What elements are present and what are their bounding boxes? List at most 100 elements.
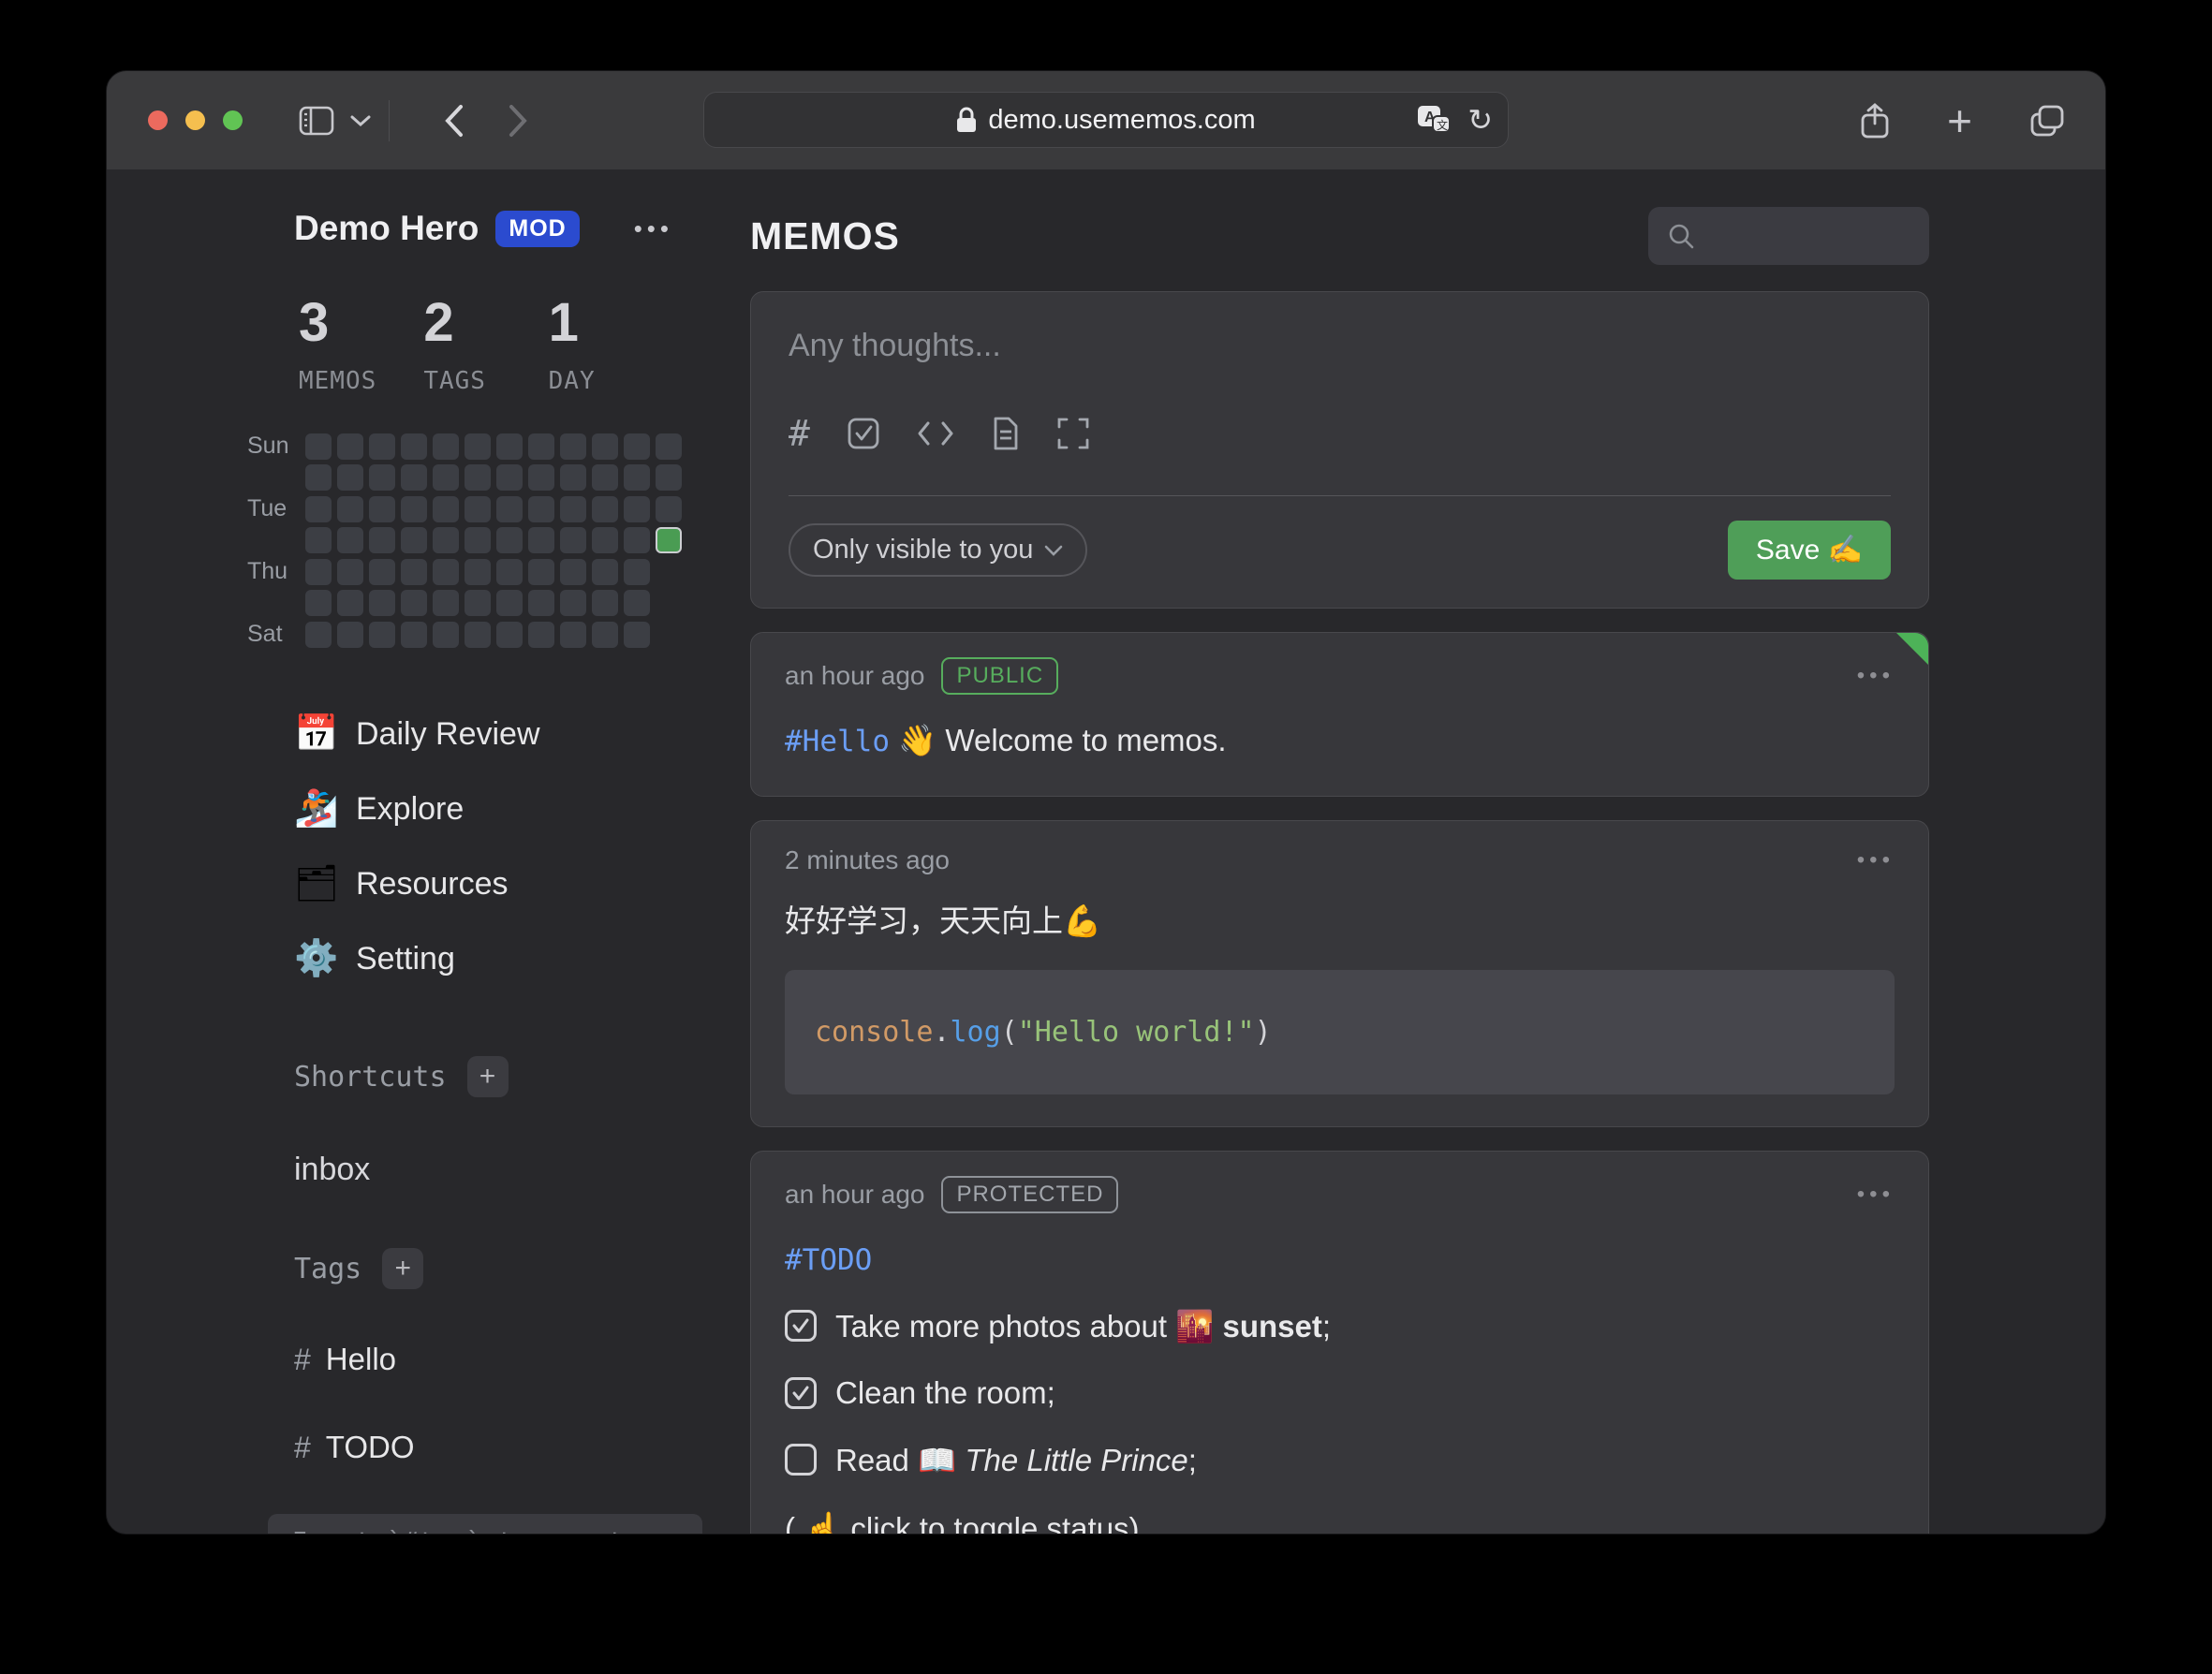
minimize-window-button[interactable] <box>185 110 205 130</box>
heatmap-cell[interactable] <box>433 622 459 648</box>
heatmap-cell[interactable] <box>560 527 586 553</box>
heatmap-cell[interactable] <box>560 559 586 585</box>
heatmap-cell[interactable] <box>624 527 650 553</box>
heatmap-cell[interactable] <box>369 464 395 491</box>
heatmap-cell[interactable] <box>528 527 554 553</box>
heatmap-cell[interactable] <box>401 559 427 585</box>
heatmap-cell[interactable] <box>465 622 491 648</box>
forward-button[interactable] <box>508 104 528 138</box>
save-button[interactable]: Save ✍️ <box>1728 521 1891 580</box>
heatmap-cell[interactable] <box>496 590 523 616</box>
heatmap-cell[interactable] <box>496 464 523 491</box>
heatmap-cell[interactable] <box>496 527 523 553</box>
heatmap-cell[interactable] <box>656 496 682 522</box>
heatmap-cell[interactable] <box>369 496 395 522</box>
heatmap-cell[interactable] <box>337 622 363 648</box>
heatmap-cell[interactable] <box>369 433 395 460</box>
heatmap-cell[interactable] <box>369 559 395 585</box>
checkbox-unchecked[interactable] <box>785 1444 817 1476</box>
heatmap-cell[interactable] <box>401 464 427 491</box>
sidebar-item-setting[interactable]: ⚙️ Setting <box>294 921 720 996</box>
heatmap-cell[interactable] <box>592 464 618 491</box>
new-tab-icon[interactable]: + <box>1947 95 1972 146</box>
heatmap-cell[interactable] <box>305 622 332 648</box>
visibility-select[interactable]: Only visible to you <box>789 523 1087 577</box>
add-shortcut-button[interactable]: + <box>467 1056 509 1097</box>
heatmap-cell[interactable] <box>528 464 554 491</box>
back-button[interactable] <box>444 104 465 138</box>
memo-menu-button[interactable]: ••• <box>1857 847 1895 874</box>
heatmap-cell[interactable] <box>337 433 363 460</box>
heatmap-cell[interactable] <box>496 559 523 585</box>
heatmap-cell[interactable] <box>592 496 618 522</box>
translate-icon[interactable]: A 文 <box>1417 105 1451 135</box>
heatmap-cell[interactable] <box>624 622 650 648</box>
heatmap-cell[interactable] <box>560 622 586 648</box>
heatmap-cell[interactable] <box>465 433 491 460</box>
heatmap-cell[interactable] <box>401 496 427 522</box>
heatmap-cell[interactable] <box>369 590 395 616</box>
heatmap-cell[interactable] <box>401 622 427 648</box>
add-tag-button[interactable]: + <box>382 1248 423 1289</box>
heatmap-cell[interactable] <box>433 527 459 553</box>
reload-icon[interactable]: ↻ <box>1467 102 1493 138</box>
fullscreen-icon[interactable] <box>1057 418 1089 449</box>
heatmap-cell[interactable] <box>656 433 682 460</box>
heatmap-cell[interactable] <box>337 527 363 553</box>
heatmap-cell[interactable] <box>465 559 491 585</box>
tag-item-todo[interactable]: # TODO <box>294 1430 720 1465</box>
heatmap-cell[interactable] <box>401 433 427 460</box>
heatmap-cell[interactable] <box>624 464 650 491</box>
heatmap-cell[interactable] <box>433 464 459 491</box>
tag-item-hello[interactable]: # Hello <box>294 1342 720 1377</box>
heatmap-cell[interactable] <box>528 433 554 460</box>
heatmap-cell[interactable] <box>624 496 650 522</box>
heatmap-cell[interactable] <box>560 496 586 522</box>
memo-tag-link[interactable]: #Hello <box>785 725 890 758</box>
shortcut-item-inbox[interactable]: inbox <box>294 1152 720 1188</box>
heatmap-cell[interactable] <box>465 527 491 553</box>
heatmap-cell[interactable] <box>433 590 459 616</box>
heatmap-cell[interactable] <box>337 496 363 522</box>
heatmap-cell[interactable] <box>401 527 427 553</box>
heatmap-cell[interactable] <box>496 433 523 460</box>
tag-create-input[interactable] <box>268 1514 702 1534</box>
memo-tag-link[interactable]: #TODO <box>785 1243 872 1277</box>
heatmap-cell[interactable] <box>337 590 363 616</box>
checkbox-checked[interactable] <box>785 1310 817 1342</box>
heatmap-cell[interactable] <box>305 433 332 460</box>
heatmap-cell[interactable] <box>496 622 523 648</box>
heatmap-cell[interactable] <box>401 590 427 616</box>
heatmap-cell[interactable] <box>305 527 332 553</box>
heatmap-cell[interactable] <box>592 527 618 553</box>
heatmap-cell[interactable] <box>433 496 459 522</box>
address-bar[interactable]: demo.usememos.com A 文 ↻ <box>703 92 1509 148</box>
heatmap-cell[interactable] <box>433 559 459 585</box>
memo-editor[interactable]: Any thoughts... # <box>750 291 1929 609</box>
heatmap-cell[interactable] <box>305 464 332 491</box>
sidebar-chevron-icon[interactable] <box>349 114 372 127</box>
heatmap-cell[interactable] <box>592 622 618 648</box>
insert-tag-icon[interactable]: # <box>789 413 810 454</box>
sidebar-toggle-icon[interactable] <box>299 106 334 136</box>
heatmap-cell[interactable] <box>528 559 554 585</box>
heatmap-cell[interactable] <box>592 590 618 616</box>
heatmap-cell[interactable] <box>496 496 523 522</box>
heatmap-cell[interactable] <box>528 622 554 648</box>
heatmap-cell[interactable] <box>465 496 491 522</box>
heatmap-cell[interactable] <box>433 433 459 460</box>
user-menu-button[interactable]: ••• <box>634 214 673 243</box>
sidebar-item-daily-review[interactable]: 📅 Daily Review <box>294 697 720 771</box>
heatmap-cell[interactable] <box>592 433 618 460</box>
heatmap-cell[interactable] <box>465 464 491 491</box>
memo-menu-button[interactable]: ••• <box>1857 1182 1895 1208</box>
insert-code-icon[interactable] <box>917 419 954 448</box>
share-icon[interactable] <box>1861 103 1889 139</box>
heatmap-cell[interactable] <box>528 590 554 616</box>
attach-file-icon[interactable] <box>992 417 1020 450</box>
user-name[interactable]: Demo Hero <box>294 209 479 248</box>
insert-checkbox-icon[interactable] <box>848 418 879 449</box>
heatmap-cell[interactable] <box>305 496 332 522</box>
zoom-window-button[interactable] <box>223 110 243 130</box>
heatmap-cell[interactable] <box>624 559 650 585</box>
